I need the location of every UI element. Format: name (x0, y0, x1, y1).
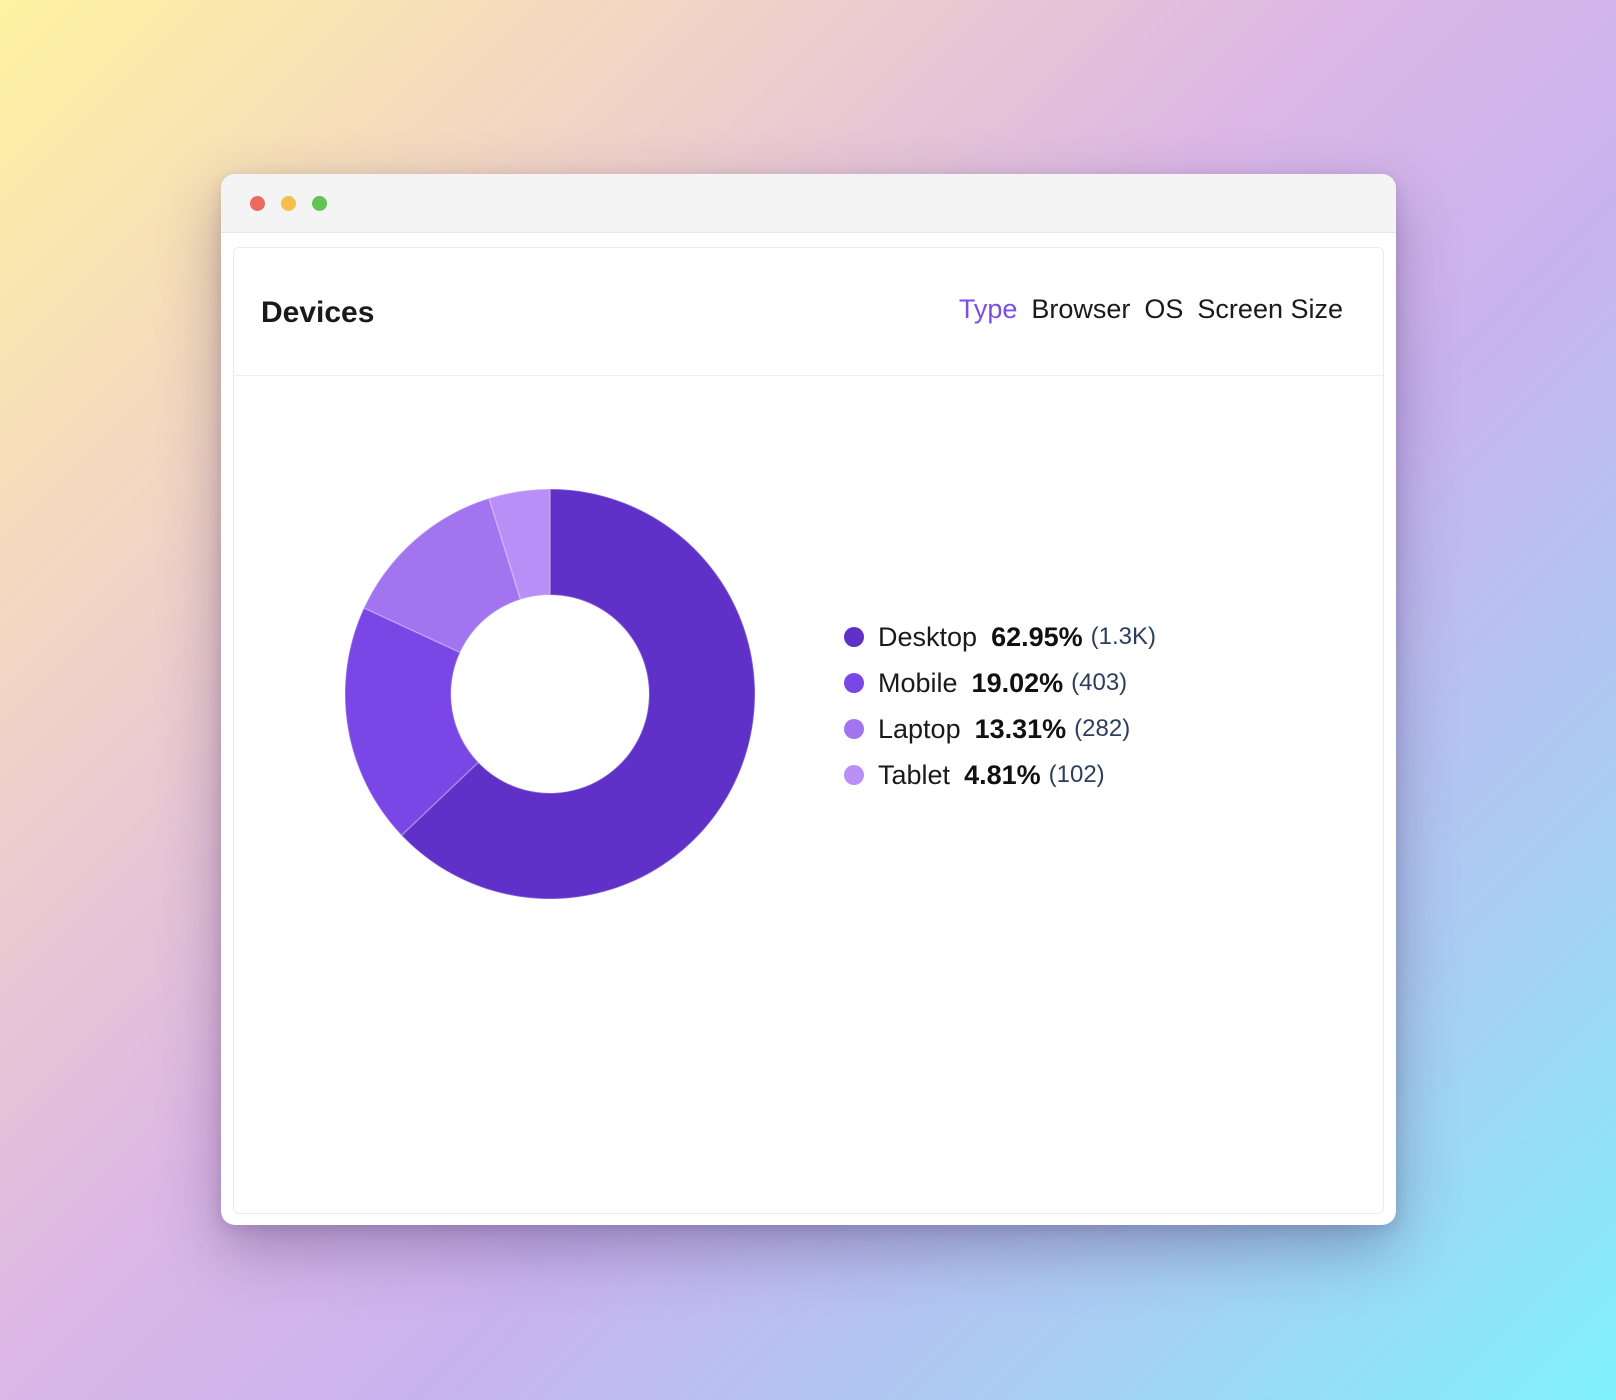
donut-chart (344, 488, 756, 900)
legend-percent: 4.81% (964, 759, 1041, 790)
legend-item-laptop[interactable]: Laptop 13.31% (282) (844, 706, 1156, 752)
window-titlebar (221, 174, 1396, 233)
browser-window: Devices Type Browser OS Screen Size Desk… (221, 174, 1396, 1225)
legend-percent: 62.95% (991, 621, 1083, 652)
tab-os[interactable]: OS (1144, 294, 1183, 325)
devices-panel: Devices Type Browser OS Screen Size Desk… (233, 247, 1384, 1214)
tab-screen-size[interactable]: Screen Size (1197, 294, 1343, 325)
legend-count: (102) (1048, 761, 1105, 788)
window-minimize-button[interactable] (281, 196, 296, 211)
legend-count: (282) (1074, 715, 1131, 742)
legend-label: Mobile (878, 667, 958, 698)
legend-swatch (844, 765, 864, 785)
chart-area: Desktop 62.95% (1.3K) Mobile 19.02% (403… (234, 376, 1383, 1213)
tab-type[interactable]: Type (959, 294, 1018, 325)
legend-label: Laptop (878, 713, 961, 744)
legend-item-desktop[interactable]: Desktop 62.95% (1.3K) (844, 614, 1156, 660)
device-tabs: Type Browser OS Screen Size (959, 294, 1343, 325)
legend-label: Desktop (878, 621, 978, 652)
panel-title: Devices (261, 296, 375, 329)
window-maximize-button[interactable] (312, 196, 327, 211)
legend-swatch (844, 627, 864, 647)
legend-item-tablet[interactable]: Tablet 4.81% (102) (844, 752, 1156, 798)
legend-item-mobile[interactable]: Mobile 19.02% (403) (844, 660, 1156, 706)
tab-browser[interactable]: Browser (1031, 294, 1130, 325)
legend-label: Tablet (878, 759, 951, 790)
window-close-button[interactable] (250, 196, 265, 211)
legend-count: (1.3K) (1090, 623, 1156, 650)
legend-swatch (844, 719, 864, 739)
panel-header: Devices Type Browser OS Screen Size (234, 248, 1383, 376)
legend-percent: 19.02% (971, 667, 1064, 698)
legend-swatch (844, 673, 864, 693)
legend-count: (403) (1071, 669, 1128, 696)
chart-legend: Desktop 62.95% (1.3K) Mobile 19.02% (403… (844, 614, 1156, 798)
legend-percent: 13.31% (974, 713, 1067, 744)
